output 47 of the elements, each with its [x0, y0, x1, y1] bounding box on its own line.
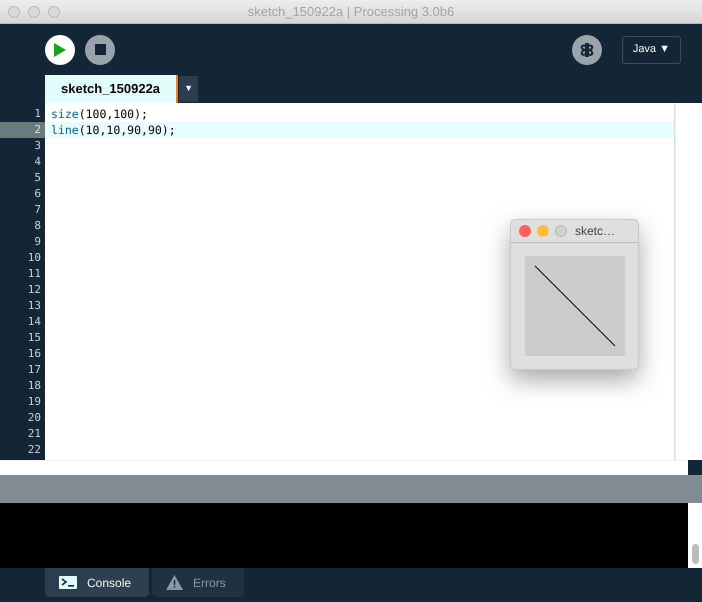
- terminal-icon: [59, 576, 77, 589]
- line-number: 7: [33, 202, 42, 218]
- line-number: 1: [33, 106, 42, 122]
- line-number: 22: [26, 442, 42, 458]
- line-number: 18: [26, 378, 42, 394]
- code-line: size(100,100);: [50, 106, 149, 122]
- stop-button[interactable]: [85, 34, 115, 64]
- console-tab[interactable]: Console: [45, 568, 150, 597]
- window-control-button[interactable]: [555, 225, 567, 237]
- line-number: 6: [33, 186, 42, 202]
- run-button[interactable]: [45, 34, 75, 64]
- window-control-button[interactable]: [537, 225, 549, 237]
- line-number: 16: [26, 346, 42, 362]
- line-number: 12: [26, 282, 42, 298]
- line-number: 2: [0, 122, 45, 138]
- window-control-button[interactable]: [8, 6, 20, 18]
- line-number: 11: [26, 266, 42, 282]
- horizontal-scrollbar[interactable]: [0, 460, 688, 475]
- line-number: 4: [33, 154, 42, 170]
- window-control-button[interactable]: [519, 225, 531, 237]
- window-title: sketc…: [575, 223, 616, 240]
- errors-tab[interactable]: Errors: [152, 568, 244, 597]
- line-number: 19: [26, 394, 42, 410]
- line-number: 20: [26, 410, 42, 426]
- window-title: sketch_150922a | Processing 3.0b6: [246, 2, 456, 21]
- stop-icon: [94, 44, 106, 55]
- splitter-bar[interactable]: [0, 475, 702, 503]
- line-number: 9: [33, 234, 42, 250]
- line-number: 10: [26, 250, 42, 266]
- line-number: 3: [33, 138, 42, 154]
- line-number: 14: [26, 314, 42, 330]
- line-number: 13: [26, 298, 42, 314]
- warning-icon: [166, 575, 184, 590]
- tab-menu-button[interactable]: ▼: [179, 76, 198, 102]
- console-scrollbar[interactable]: [688, 503, 702, 568]
- mode-dropdown[interactable]: Java ▼: [622, 36, 681, 64]
- butterfly-icon: [578, 40, 595, 58]
- line-number: 21: [26, 426, 42, 442]
- line-number: 17: [26, 362, 42, 378]
- line-number: 15: [26, 330, 42, 346]
- debug-button[interactable]: [572, 34, 602, 64]
- window-control-button[interactable]: [48, 6, 60, 18]
- line-number: 8: [33, 218, 42, 234]
- editor-tab[interactable]: sketch_150922a: [45, 75, 178, 103]
- window-control-button[interactable]: [28, 6, 40, 18]
- line-number: 5: [33, 170, 42, 186]
- play-icon: [54, 42, 66, 56]
